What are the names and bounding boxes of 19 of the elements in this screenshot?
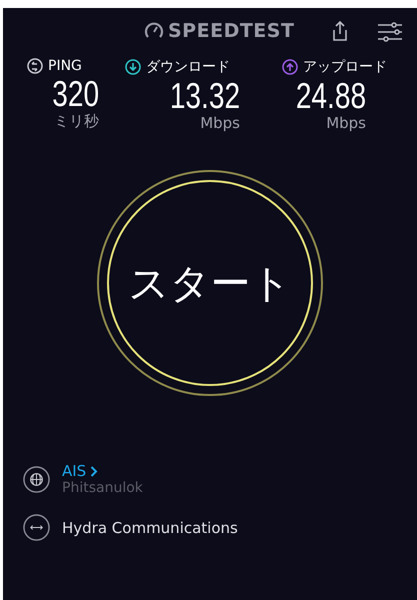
metric-label: PING xyxy=(48,58,82,74)
server-location: Phitsanulok xyxy=(62,480,143,496)
metric-value: 24.88 xyxy=(296,76,366,116)
metric-unit: Mbps xyxy=(200,114,240,132)
provider-link[interactable]: AIS xyxy=(62,462,86,480)
metric-value: 320 xyxy=(52,74,99,114)
globe-icon xyxy=(23,466,50,492)
app-logo: SPEEDTEST xyxy=(168,20,294,42)
start-button[interactable]: スタート xyxy=(107,180,313,386)
share-icon[interactable] xyxy=(331,20,349,42)
chevron-icon xyxy=(90,466,98,476)
metric-unit: ミリ秒 xyxy=(54,112,99,131)
metric-label: アップロード xyxy=(303,58,387,76)
metric-unit: Mbps xyxy=(326,114,366,132)
connection-icon xyxy=(23,514,50,541)
metric-value: 13.32 xyxy=(170,76,240,116)
server-host[interactable]: Hydra Communications xyxy=(62,518,238,536)
settings-icon[interactable] xyxy=(377,22,403,42)
metric-label: ダウンロード xyxy=(146,58,230,76)
